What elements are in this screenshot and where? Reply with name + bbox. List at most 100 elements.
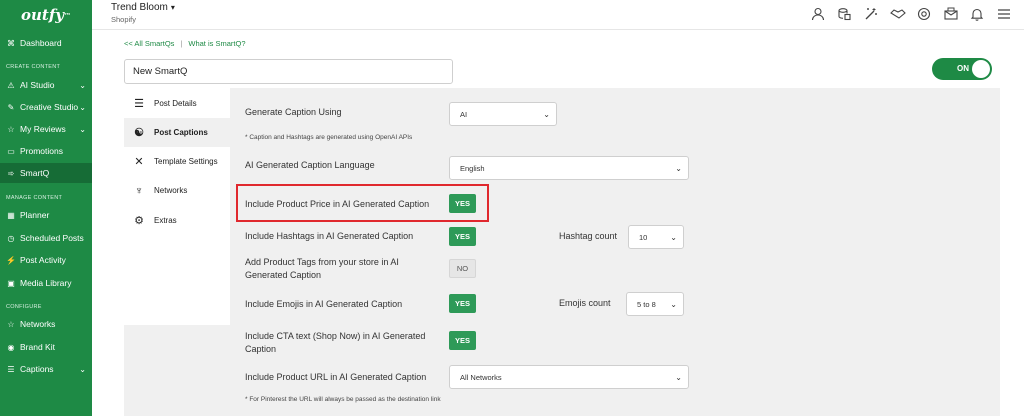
magic-wand-icon[interactable] — [863, 6, 879, 22]
url-label: Include Product URL in AI Generated Capt… — [245, 372, 427, 382]
price-label: Include Product Price in AI Generated Ca… — [245, 199, 430, 209]
mail-icon[interactable] — [943, 6, 959, 22]
sidebar-item-label: Networks — [20, 319, 56, 329]
chevron-down-icon: ⌄ — [670, 300, 677, 309]
breadcrumb-separator: | — [180, 39, 183, 48]
creative-studio-icon: ✎ — [7, 102, 15, 112]
store-platform: Shopify — [111, 15, 137, 24]
chevron-down-icon: ⌄ — [543, 110, 550, 119]
language-label: AI Generated Caption Language — [245, 160, 375, 170]
sidebar-item-my-reviews[interactable]: ☆ My Reviews ⌄ — [0, 119, 92, 139]
price-toggle-button[interactable]: YES — [449, 194, 476, 213]
url-note: * For Pinterest the URL will always be p… — [245, 396, 441, 403]
smartq-name-input[interactable] — [124, 59, 453, 84]
sidebar-item-scheduled-posts[interactable]: ◷ Scheduled Posts — [0, 228, 92, 248]
chevron-down-icon: ⌄ — [675, 164, 682, 173]
scheduled-posts-icon: ◷ — [7, 233, 15, 243]
sidebar-item-ai-studio[interactable]: ⚠ AI Studio ⌄ — [0, 75, 92, 95]
tab-label: Extras — [154, 216, 177, 225]
sidebar-item-media-library[interactable]: ▣ Media Library — [0, 273, 92, 293]
sidebar-item-label: SmartQ — [20, 168, 50, 178]
cta-label-line2: Caption — [245, 344, 277, 354]
store-switcher[interactable]: Trend Bloom ▾ — [111, 2, 175, 13]
sidebar-item-dashboard[interactable]: ⌘ Dashboard — [0, 33, 92, 53]
caption-note: * Caption and Hashtags are generated usi… — [245, 134, 413, 141]
section-label-configure: CONFIGURE — [6, 304, 42, 310]
url-networks-select[interactable]: All Networks ⌄ — [449, 365, 689, 389]
networks-icon: ☆ — [7, 319, 15, 329]
hashtag-count-label: Hashtag count — [559, 231, 618, 241]
chevron-down-icon: ⌄ — [79, 364, 86, 374]
user-icon[interactable] — [810, 6, 826, 22]
top-header: Trend Bloom ▾ Shopify — [92, 0, 1024, 30]
sidebar-item-brand-kit[interactable]: ◉ Brand Kit — [0, 337, 92, 357]
billing-icon[interactable] — [836, 6, 852, 22]
caption-using-select[interactable]: AI ⌄ — [449, 102, 557, 126]
logo-trademark: ™ — [64, 10, 71, 20]
select-value: English — [460, 163, 485, 173]
sidebar-item-label: Planner — [20, 210, 50, 220]
smartq-icon: ➾ — [7, 168, 15, 178]
sidebar-item-promotions[interactable]: ▭ Promotions — [0, 141, 92, 161]
toggle-knob — [972, 60, 990, 78]
select-value: All Networks — [460, 372, 502, 382]
cta-toggle-button[interactable]: YES — [449, 331, 476, 350]
caption-bubble-icon: ☯ — [134, 127, 144, 139]
sidebar-item-planner[interactable]: ▦ Planner — [0, 205, 92, 225]
store-name: Trend Bloom — [111, 2, 168, 13]
cta-label-line1: Include CTA text (Shop Now) in AI Genera… — [245, 331, 426, 341]
tab-post-details[interactable]: ☰ Post Details — [124, 89, 230, 118]
what-is-smartq-link[interactable]: What is SmartQ? — [188, 39, 245, 48]
menu-icon[interactable] — [996, 6, 1012, 22]
tab-post-captions[interactable]: ☯ Post Captions — [124, 118, 230, 147]
sidebar-item-label: Brand Kit — [20, 342, 55, 352]
tab-networks[interactable]: ♆ Networks — [124, 176, 230, 205]
sidebar-item-post-activity[interactable]: ⚡ Post Activity — [0, 250, 92, 270]
tags-toggle-button[interactable]: NO — [449, 259, 476, 278]
sidebar-item-captions[interactable]: ☰ Captions ⌄ — [0, 359, 92, 379]
chevron-down-icon: ⌄ — [79, 124, 86, 134]
emojis-count-select[interactable]: 5 to 8 ⌄ — [626, 292, 684, 316]
sidebar-item-creative-studio[interactable]: ✎ Creative Studio ⌄ — [0, 97, 92, 117]
hashtag-count-select[interactable]: 10 ⌄ — [628, 225, 684, 249]
sidebar-item-smartq[interactable]: ➾ SmartQ — [0, 163, 92, 183]
sidebar-item-label: AI Studio — [20, 80, 55, 90]
tags-label-line1: Add Product Tags from your store in AI — [245, 257, 399, 267]
planner-icon: ▦ — [7, 210, 15, 220]
section-label-create: CREATE CONTENT — [6, 64, 61, 70]
section-label-manage: MANAGE CONTENT — [6, 195, 63, 201]
support-icon[interactable] — [916, 6, 932, 22]
emojis-label: Include Emojis in AI Generated Caption — [245, 299, 403, 309]
tags-label: Add Product Tags from your store in AI Ge… — [245, 256, 399, 282]
captions-icon: ☰ — [7, 364, 15, 374]
logo-text: outfy — [20, 6, 64, 24]
tab-template-settings[interactable]: ✕ Template Settings — [124, 147, 230, 176]
breadcrumb: << All SmartQs | What is SmartQ? — [124, 39, 246, 48]
notification-bell-icon[interactable] — [969, 6, 985, 22]
caption-using-label: Generate Caption Using — [245, 107, 342, 117]
sliders-icon: ☰ — [134, 98, 144, 110]
handshake-icon[interactable] — [890, 6, 906, 22]
hashtags-toggle-button[interactable]: YES — [449, 227, 476, 246]
tab-label: Post Captions — [154, 128, 208, 137]
post-activity-icon: ⚡ — [6, 255, 16, 265]
sidebar-item-label: My Reviews — [20, 124, 66, 134]
ai-studio-icon: ⚠ — [7, 80, 15, 90]
sidebar-item-label: Promotions — [20, 146, 63, 156]
language-select[interactable]: English ⌄ — [449, 156, 689, 180]
all-smartqs-link[interactable]: << All SmartQs — [124, 39, 174, 48]
emojis-count-label: Emojis count — [559, 298, 611, 308]
select-value: 5 to 8 — [637, 299, 656, 309]
dashboard-icon: ⌘ — [7, 38, 15, 48]
chevron-down-icon: ⌄ — [79, 80, 86, 90]
promotions-icon: ▭ — [7, 146, 15, 156]
tab-extras[interactable]: ⚙ Extras — [124, 206, 230, 235]
tab-label: Networks — [154, 186, 188, 195]
hashtags-label: Include Hashtags in AI Generated Caption — [245, 231, 414, 241]
emojis-toggle-button[interactable]: YES — [449, 294, 476, 313]
smartq-status-toggle[interactable]: ON — [932, 58, 992, 80]
media-library-icon: ▣ — [7, 278, 15, 288]
sidebar-item-networks[interactable]: ☆ Networks — [0, 314, 92, 334]
toggle-label: ON — [957, 64, 969, 73]
outfy-logo[interactable]: outfy ™ — [0, 0, 92, 30]
